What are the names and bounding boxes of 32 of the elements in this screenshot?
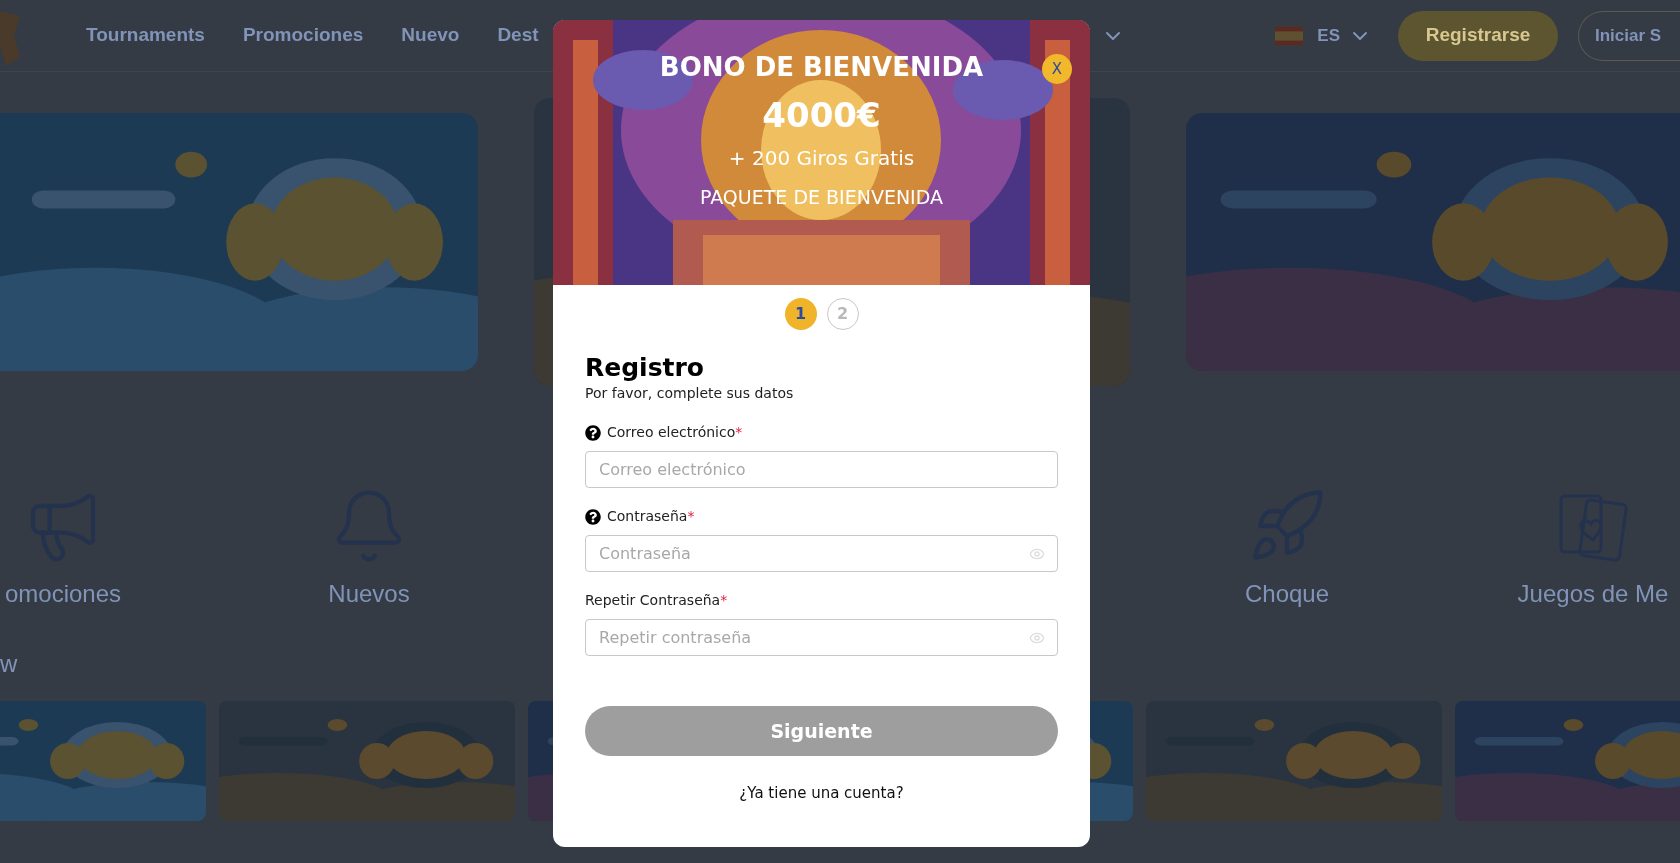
login-link[interactable]: ¿Ya tiene una cuenta?: [739, 782, 904, 805]
field-label: Repetir Contraseña: [585, 591, 721, 611]
category-label[interactable]: Juegos de Me: [1517, 576, 1669, 612]
category-label[interactable]: Nuevos: [328, 576, 410, 612]
input-field[interactable]: Correo electrónico: [585, 451, 1058, 489]
nav-link[interactable]: Dest: [497, 21, 539, 50]
register-button[interactable]: Registrarse: [1398, 10, 1558, 61]
form-subtitle: Por favor, complete sus datos: [585, 384, 795, 404]
language-label[interactable]: ES: [1317, 22, 1340, 49]
help-icon[interactable]: [585, 424, 601, 441]
input-field[interactable]: Contraseña: [585, 535, 1058, 573]
required-mark: *: [687, 507, 695, 527]
step-indicator: 1: [784, 298, 817, 330]
free-spins-text: + 200 Giros Gratis: [728, 148, 915, 168]
nav-link[interactable]: Nuevo: [401, 21, 460, 50]
nav-link[interactable]: Promociones: [242, 21, 364, 50]
package-text: PAQUETE DE BIENVENIDA: [699, 188, 944, 207]
step-indicator: 2: [826, 298, 859, 330]
flag-icon: [1275, 25, 1304, 46]
required-mark: *: [720, 591, 728, 611]
section-title: w: [0, 652, 19, 676]
category-label[interactable]: omociones: [4, 576, 122, 612]
bonus-amount: 4000€: [762, 98, 881, 132]
nav-link[interactable]: Tournaments: [86, 21, 205, 50]
form-title: Registro: [585, 352, 705, 384]
field-label: Contraseña: [607, 507, 688, 527]
required-mark: *: [735, 423, 743, 443]
category-label[interactable]: Choque: [1244, 576, 1330, 612]
input-field[interactable]: Repetir contraseña: [585, 619, 1058, 657]
bonus-title: BONO DE BIENVENIDA: [659, 54, 984, 80]
help-icon[interactable]: [585, 508, 601, 525]
field-label: Correo electrónico: [607, 423, 736, 443]
